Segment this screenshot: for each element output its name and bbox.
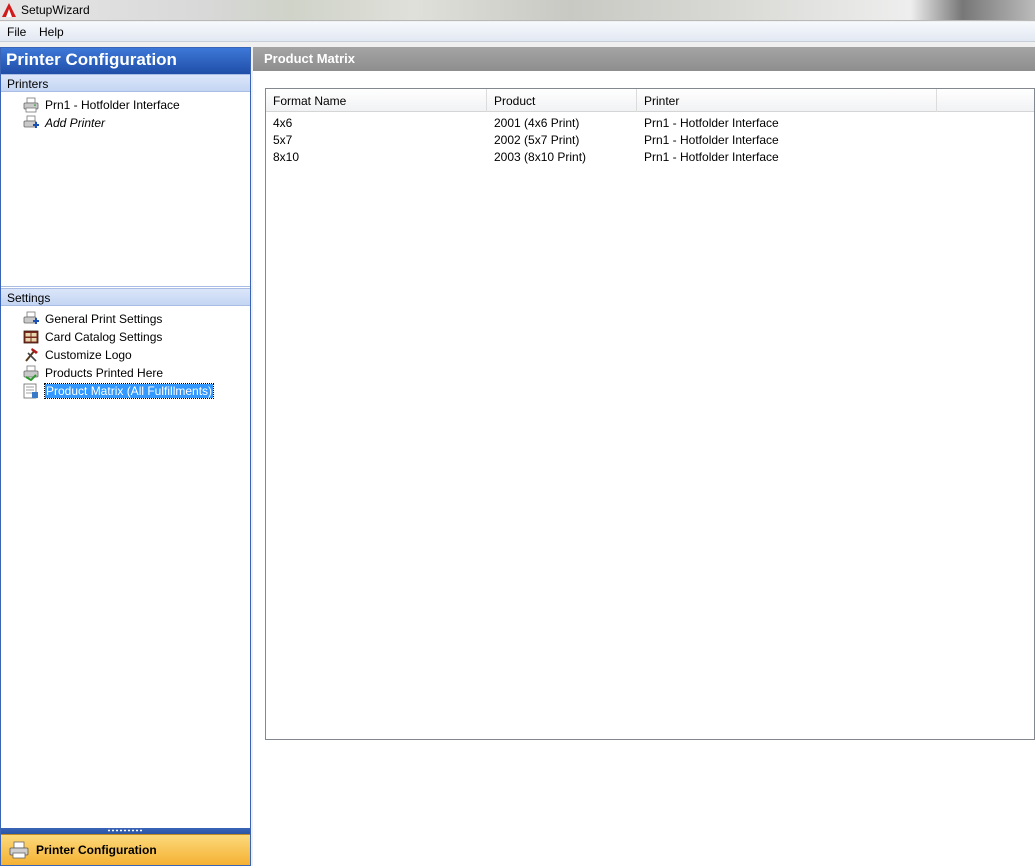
nav-button-label: Printer Configuration	[36, 843, 157, 857]
table-row[interactable]: 4x6 2001 (4x6 Print) Prn1 - Hotfolder In…	[266, 114, 1034, 131]
cell-product: 2003 (8x10 Print)	[494, 150, 587, 164]
sidebar-item-label: Prn1 - Hotfolder Interface	[45, 98, 180, 112]
column-header-filler	[937, 89, 1034, 112]
nav-button-printer-configuration[interactable]: Printer Configuration	[1, 834, 250, 865]
content-panel: Product Matrix Format Name Product Print…	[253, 47, 1035, 866]
product-matrix-grid[interactable]: Format Name Product Printer 4x6 2001 (4x…	[265, 88, 1035, 740]
menu-bar: File Help	[0, 22, 1035, 42]
table-row[interactable]: 8x10 2003 (8x10 Print) Prn1 - Hotfolder …	[266, 148, 1034, 165]
settings-list: General Print Settings Card Catalog Sett…	[1, 306, 250, 400]
settings-section: Settings General Print Settings Card Cat…	[1, 288, 250, 400]
cell-product: 2002 (5x7 Print)	[494, 133, 580, 147]
card-catalog-icon	[23, 330, 39, 344]
sidebar-item-product-matrix[interactable]: Product Matrix (All Fulfillments)	[1, 382, 250, 400]
printers-list: Prn1 - Hotfolder Interface Add Printer	[1, 92, 250, 287]
table-row[interactable]: 5x7 2002 (5x7 Print) Prn1 - Hotfolder In…	[266, 131, 1034, 148]
printer-icon	[23, 97, 39, 113]
cell-printer: Prn1 - Hotfolder Interface	[644, 150, 779, 164]
print-settings-icon	[23, 311, 39, 324]
column-header-format-name[interactable]: Format Name	[266, 89, 487, 112]
cell-product: 2001 (4x6 Print)	[494, 116, 580, 130]
tools-icon	[25, 348, 38, 362]
grid-header: Format Name Product Printer	[266, 89, 1034, 112]
cell-printer: Prn1 - Hotfolder Interface	[644, 133, 779, 147]
content-title: Product Matrix	[253, 47, 1035, 71]
sidebar-item-label: Add Printer	[45, 116, 106, 130]
sidebar-item-products-printed-here[interactable]: Products Printed Here	[1, 364, 250, 382]
sidebar-item-label: Card Catalog Settings	[45, 330, 163, 344]
title-bar: SetupWizard	[0, 0, 1035, 21]
sidebar-item-label: Product Matrix (All Fulfillments)	[43, 383, 215, 399]
sidebar-item-customize-logo[interactable]: Customize Logo	[1, 346, 250, 364]
product-matrix-icon	[23, 383, 38, 399]
cell-format-name: 8x10	[273, 150, 300, 164]
column-header-printer[interactable]: Printer	[637, 89, 937, 112]
window-title: SetupWizard	[21, 3, 90, 17]
nav-panel-title: Printer Configuration	[1, 48, 250, 74]
sidebar-item-label: Customize Logo	[45, 348, 132, 362]
menu-help[interactable]: Help	[39, 25, 64, 39]
grip-dots-icon	[107, 829, 143, 832]
sidebar-item-card-catalog-settings[interactable]: Card Catalog Settings	[1, 328, 250, 346]
sidebar-item-general-print-settings[interactable]: General Print Settings	[1, 310, 250, 328]
add-printer-icon	[23, 115, 39, 128]
printer-icon	[9, 841, 29, 859]
navigation-panel: Printer Configuration Printers Prn1 - Ho…	[0, 47, 251, 866]
add-printer-item[interactable]: Add Printer	[1, 114, 250, 132]
cell-format-name: 4x6	[273, 116, 293, 130]
app-logo-icon	[2, 3, 16, 17]
cell-printer: Prn1 - Hotfolder Interface	[644, 116, 779, 130]
printers-section-header[interactable]: Printers	[1, 74, 250, 92]
menu-file[interactable]: File	[7, 25, 26, 39]
column-header-product[interactable]: Product	[487, 89, 637, 112]
sidebar-item-label: Products Printed Here	[45, 366, 164, 380]
cell-format-name: 5x7	[273, 133, 293, 147]
sidebar-item-label: General Print Settings	[45, 312, 163, 326]
printers-section: Printers Prn1 - Hotfolder Interface Add …	[1, 74, 250, 287]
printer-item-prn1[interactable]: Prn1 - Hotfolder Interface	[1, 96, 250, 114]
products-printer-icon	[23, 365, 39, 381]
settings-section-header[interactable]: Settings	[1, 288, 250, 306]
